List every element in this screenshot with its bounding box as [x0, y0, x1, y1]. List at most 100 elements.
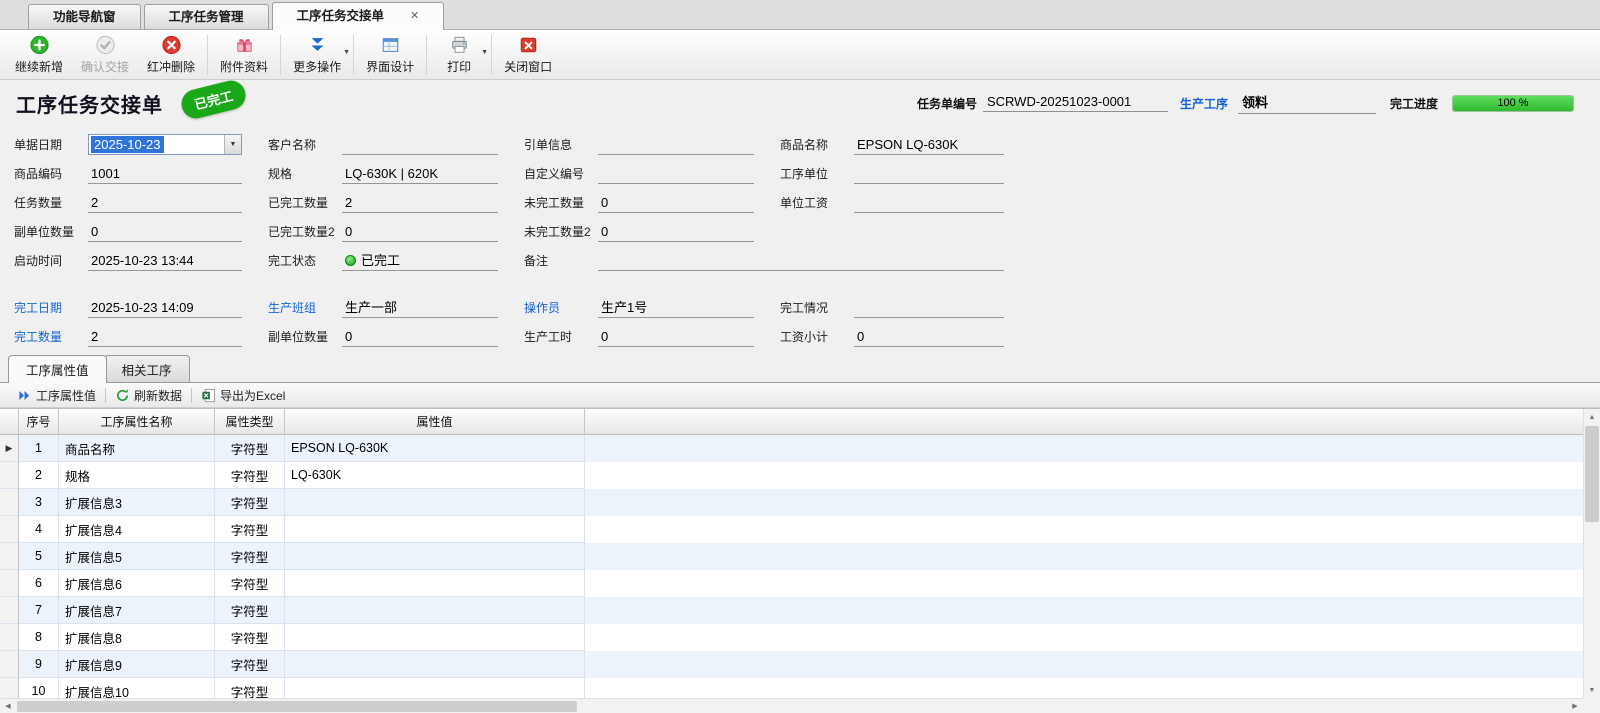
field-value[interactable]: 0: [598, 222, 754, 242]
refresh-data-button[interactable]: 刷新数据: [108, 385, 189, 406]
cell-attr-name: 扩展信息4: [59, 516, 215, 543]
print-button[interactable]: 打印 ▼: [430, 32, 488, 77]
field-label: 商品编码: [14, 165, 88, 182]
main-toolbar: 继续新增 确认交接 红冲删除 附件资料 更多操作 ▼ 界面设计 打印: [0, 30, 1600, 80]
cell-attr-value: LQ-630K: [285, 462, 585, 489]
field-value[interactable]: 0: [342, 222, 498, 242]
tab-attribute-values[interactable]: 工序属性值: [8, 355, 107, 383]
field-value[interactable]: 0: [598, 193, 754, 213]
header-attr-value[interactable]: 属性值: [285, 409, 585, 434]
field-value[interactable]: 0: [598, 327, 754, 347]
field-value[interactable]: 0: [854, 327, 1004, 347]
cell-attr-type: 字符型: [215, 651, 285, 678]
button-label: 界面设计: [366, 58, 414, 75]
chevron-down-icon[interactable]: ▼: [224, 135, 241, 154]
field-value[interactable]: [598, 251, 1004, 271]
cell-no: 8: [19, 624, 59, 651]
tab-task-management[interactable]: 工序任务管理: [144, 4, 269, 29]
cell-attr-value: [285, 597, 585, 624]
production-process-link[interactable]: 生产工序: [1180, 95, 1228, 112]
table-row[interactable]: ▶ 2 规格 字符型 LQ-630K: [0, 462, 1583, 489]
field-value[interactable]: 0: [88, 222, 242, 242]
field-value[interactable]: 已完工: [342, 251, 498, 271]
table-row[interactable]: ▶ 4 扩展信息4 字符型: [0, 516, 1583, 543]
table-row[interactable]: ▶ 6 扩展信息6 字符型: [0, 570, 1583, 597]
field-value[interactable]: 生产一部: [342, 298, 498, 318]
field-value[interactable]: [854, 298, 1004, 318]
scroll-up-icon[interactable]: ▲: [1584, 409, 1600, 425]
scroll-down-icon[interactable]: ▼: [1584, 682, 1600, 698]
progress-text: 100 %: [1453, 96, 1573, 111]
field-value[interactable]: [854, 164, 1004, 184]
table-row[interactable]: ▶ 10 扩展信息10 字符型: [0, 678, 1583, 698]
task-no-field[interactable]: SCRWD-20251023-0001: [983, 94, 1168, 112]
field-value[interactable]: 0: [342, 327, 498, 347]
field-value[interactable]: 2: [88, 193, 242, 213]
close-window-button[interactable]: 关闭窗口: [495, 32, 561, 77]
row-indicator: ▶: [0, 462, 19, 489]
cell-no: 3: [19, 489, 59, 516]
header-attr-type[interactable]: 属性类型: [215, 409, 285, 434]
field-value[interactable]: EPSON LQ-630K: [854, 135, 1004, 155]
export-excel-button[interactable]: 导出为Excel: [194, 385, 292, 406]
cell-attr-name: 扩展信息3: [59, 489, 215, 516]
tab-function-nav[interactable]: 功能导航窗: [28, 4, 141, 29]
scroll-right-icon[interactable]: ▶: [1567, 699, 1583, 713]
attribute-values-button[interactable]: 工序属性值: [10, 385, 103, 406]
field-finish-condition: 完工情况: [780, 293, 1030, 322]
field-unit-wage: 单位工资: [780, 188, 1030, 217]
chevron-down-icon[interactable]: ▼: [481, 49, 488, 56]
header-attr-name[interactable]: 工序属性名称: [59, 409, 215, 434]
field-value[interactable]: [854, 193, 1004, 213]
horizontal-scrollbar[interactable]: ◀ ▶: [0, 698, 1583, 713]
field-value[interactable]: [342, 135, 498, 155]
ui-design-button[interactable]: 界面设计: [357, 32, 423, 77]
status-green-dot-icon: [345, 255, 356, 266]
table-row[interactable]: ▶ 1 商品名称 字符型 EPSON LQ-630K: [0, 435, 1583, 462]
header-no[interactable]: 序号: [19, 409, 59, 434]
scrollbar-thumb[interactable]: [17, 701, 577, 712]
row-indicator: ▶: [0, 543, 19, 570]
field-value[interactable]: [598, 135, 754, 155]
scroll-left-icon[interactable]: ◀: [0, 699, 16, 713]
cell-no: 4: [19, 516, 59, 543]
scrollbar-thumb[interactable]: [1585, 426, 1599, 522]
table-row[interactable]: ▶ 8 扩展信息8 字符型: [0, 624, 1583, 651]
field-value[interactable]: LQ-630K | 620K: [342, 164, 498, 184]
table-row[interactable]: ▶ 7 扩展信息7 字符型: [0, 597, 1583, 624]
field-product-code: 商品编码 1001: [14, 159, 268, 188]
tab-related-processes[interactable]: 相关工序: [104, 355, 190, 382]
forward-icon: [17, 388, 32, 403]
field-value[interactable]: 1001: [88, 164, 242, 184]
continue-add-button[interactable]: 继续新增: [6, 32, 72, 77]
table-row[interactable]: ▶ 5 扩展信息5 字符型: [0, 543, 1583, 570]
field-value[interactable]: 2025-10-23 13:44: [88, 251, 242, 271]
field-value[interactable]: [598, 164, 754, 184]
cell-no: 1: [19, 435, 59, 462]
field-value[interactable]: 2: [342, 193, 498, 213]
table-row[interactable]: ▶ 9 扩展信息9 字符型: [0, 651, 1583, 678]
button-label: 红冲删除: [147, 58, 195, 75]
field-value[interactable]: 2025-10-23 14:09: [88, 298, 242, 318]
vertical-scrollbar[interactable]: ▲ ▼: [1583, 409, 1600, 698]
cell-attr-value: [285, 570, 585, 597]
doc-date-combobox[interactable]: 2025-10-23 ▼: [88, 134, 242, 155]
field-start-time: 启动时间 2025-10-23 13:44: [14, 246, 268, 275]
completed-stamp: 已完工: [178, 77, 248, 121]
attachment-button[interactable]: 附件资料: [211, 32, 277, 77]
process-field[interactable]: 领料: [1238, 92, 1376, 114]
table-row[interactable]: ▶ 3 扩展信息3 字符型: [0, 489, 1583, 516]
field-ref-order-info: 引单信息: [524, 130, 780, 159]
field-value[interactable]: 2: [88, 327, 242, 347]
tab-close-icon[interactable]: ✕: [410, 3, 419, 30]
tab-label: 工序任务交接单: [297, 3, 385, 30]
chevron-down-icon[interactable]: ▼: [343, 49, 350, 56]
tab-task-handover[interactable]: 工序任务交接单 ✕: [272, 2, 445, 30]
field-process-unit: 工序单位: [780, 159, 1030, 188]
field-value[interactable]: 生产1号: [598, 298, 754, 318]
table-header: 序号 工序属性名称 属性类型 属性值: [0, 409, 1583, 435]
toolbar-separator: [105, 388, 106, 403]
more-actions-button[interactable]: 更多操作 ▼: [284, 32, 350, 77]
red-delete-button[interactable]: 红冲删除: [138, 32, 204, 77]
confirm-handover-button[interactable]: 确认交接: [72, 32, 138, 77]
